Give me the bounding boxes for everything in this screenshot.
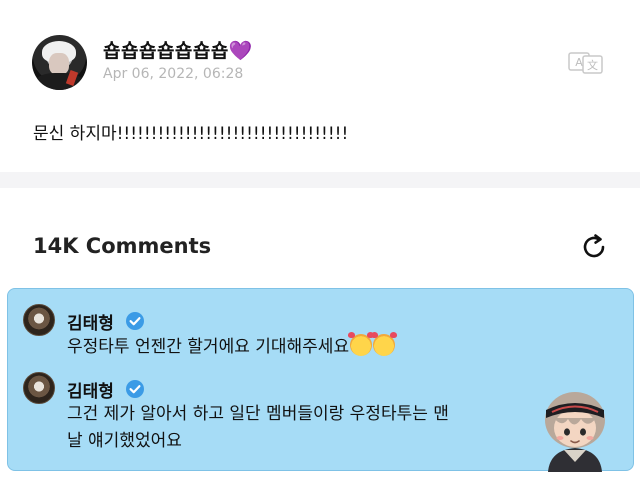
post-body: 문신 하지마!!!!!!!!!!!!!!!!!!!!!!!!!!!!!!!!!! <box>33 124 349 144</box>
smiling-face-hearts-icon <box>348 332 375 356</box>
post-card: 숍숍숍숍숍숍숍💜 Apr 06, 2022, 06:28 A 文 문신 하지마!… <box>0 0 640 172</box>
translate-icon[interactable]: A 文 <box>568 52 604 74</box>
verified-badge-icon <box>126 312 144 330</box>
post-date: Apr 06, 2022, 06:28 <box>103 66 244 82</box>
author-avatar[interactable] <box>32 35 87 90</box>
verified-badge-icon <box>126 380 144 398</box>
refresh-icon[interactable] <box>578 231 610 263</box>
comment-text-content: 우정타투 언젠간 할거에요 기대해주세요 <box>67 337 350 357</box>
comment-text-line: 날 얘기했었어요 <box>67 431 182 451</box>
comment-avatar[interactable] <box>23 372 55 404</box>
svg-text:A: A <box>575 56 583 69</box>
comment-text-line: 그건 제가 알아서 하고 일단 멤버들이랑 우정타투는 맨 <box>67 404 449 424</box>
comment-text: 우정타투 언젠간 할거에요 기대해주세요 <box>67 332 398 361</box>
comment-author-name[interactable]: 김태형 <box>67 377 114 402</box>
comments-count-title: 14K Comments <box>33 234 212 258</box>
author-name[interactable]: 숍숍숍숍숍숍숍💜 <box>103 36 253 63</box>
comment-avatar[interactable] <box>23 304 55 336</box>
section-divider <box>0 172 640 188</box>
comment-author-name[interactable]: 김태형 <box>67 309 114 334</box>
smiling-face-hearts-icon <box>371 332 398 356</box>
svg-text:文: 文 <box>587 58 598 72</box>
character-sticker-icon <box>545 392 605 472</box>
